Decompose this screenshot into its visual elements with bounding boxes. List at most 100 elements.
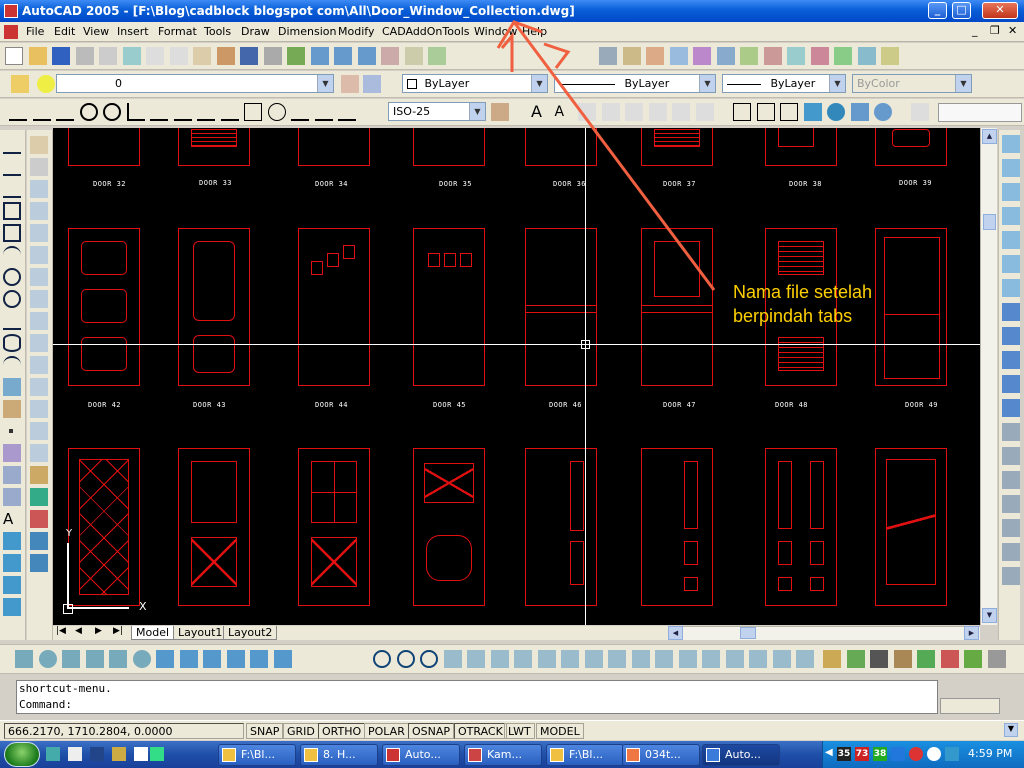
taskbar-button-autocad-active[interactable]: Auto... xyxy=(702,744,780,766)
taskbar-button-app[interactable]: 8. H... xyxy=(300,744,378,766)
face-edit-icon[interactable] xyxy=(772,650,791,668)
grid-toggle[interactable]: GRID xyxy=(283,723,319,739)
clock[interactable]: 4:59 PM xyxy=(968,747,1012,760)
section-icon[interactable] xyxy=(226,650,245,668)
shade-icon[interactable] xyxy=(1002,351,1020,369)
fog-icon[interactable] xyxy=(964,650,982,668)
background-icon[interactable] xyxy=(940,650,959,668)
shade-icon[interactable] xyxy=(1002,303,1020,321)
view-icon[interactable] xyxy=(1002,159,1020,177)
tray-counter[interactable]: 35 xyxy=(837,747,851,761)
render-icon[interactable] xyxy=(823,650,841,668)
polar-toggle[interactable]: POLAR xyxy=(364,723,409,739)
dimension-icon[interactable] xyxy=(1002,567,1020,585)
setup-icon[interactable] xyxy=(273,650,292,668)
messenger-icon[interactable] xyxy=(945,747,959,761)
mapping-icon[interactable] xyxy=(893,650,912,668)
dimension-icon[interactable] xyxy=(1002,495,1020,513)
ortho-toggle[interactable]: ORTHO xyxy=(318,723,366,739)
interfere-icon[interactable] xyxy=(250,650,268,668)
face-edit-icon[interactable] xyxy=(514,650,532,668)
quicklaunch-icon[interactable] xyxy=(134,747,148,761)
tab-model[interactable]: Model xyxy=(131,626,175,640)
face-edit-icon[interactable] xyxy=(561,650,579,668)
sphere-icon[interactable] xyxy=(38,650,57,668)
shade-icon[interactable] xyxy=(1002,327,1020,345)
quicklaunch-icon[interactable] xyxy=(46,747,60,761)
face-edit-icon[interactable] xyxy=(584,650,603,668)
start-button[interactable] xyxy=(4,742,40,767)
horizontal-scrollbar[interactable]: ◀ ▶ xyxy=(668,626,980,640)
last-tab-icon[interactable]: ▶| xyxy=(113,626,123,636)
tab-layout1[interactable]: Layout1 xyxy=(173,626,228,640)
taskbar-button-camera[interactable]: Kam... xyxy=(464,744,542,766)
tray-arrow-icon[interactable]: ◀ xyxy=(825,747,833,758)
taskbar-button-autocad[interactable]: Auto... xyxy=(382,744,460,766)
model-toggle[interactable]: MODEL xyxy=(536,723,584,739)
taskbar-button-folder-2[interactable]: F:\Bl... xyxy=(546,744,624,766)
dimension-icon[interactable] xyxy=(1002,423,1020,441)
antivirus-icon[interactable] xyxy=(909,747,923,761)
face-edit-icon[interactable] xyxy=(796,650,814,668)
scroll-thumb[interactable] xyxy=(983,214,996,230)
face-edit-icon[interactable] xyxy=(655,650,673,668)
extrude-icon[interactable] xyxy=(156,650,174,668)
slice-icon[interactable] xyxy=(203,650,221,668)
landscape-icon[interactable] xyxy=(917,650,935,668)
prev-tab-icon[interactable]: ◀ xyxy=(75,626,82,636)
face-edit-icon[interactable] xyxy=(702,650,720,668)
shade-icon[interactable] xyxy=(1002,399,1020,417)
face-edit-icon[interactable] xyxy=(749,650,767,668)
lwt-toggle[interactable]: LWT xyxy=(504,723,535,739)
quicklaunch-icon[interactable] xyxy=(68,747,82,761)
view-icon[interactable] xyxy=(1002,183,1020,201)
taskbar-button-firefox[interactable]: 034t... xyxy=(622,744,700,766)
volume-icon[interactable] xyxy=(927,747,941,761)
face-edit-icon[interactable] xyxy=(443,650,462,668)
tray-counter[interactable]: 73 xyxy=(855,747,869,761)
status-menu-icon[interactable]: ▼ xyxy=(1004,723,1018,737)
taskbar-button-folder[interactable]: F:\Bl... xyxy=(218,744,296,766)
scroll-up-icon[interactable]: ▲ xyxy=(982,129,997,144)
dimension-icon[interactable] xyxy=(1002,471,1020,489)
face-edit-icon[interactable] xyxy=(631,650,650,668)
revolve-icon[interactable] xyxy=(179,650,198,668)
face-edit-icon[interactable] xyxy=(490,650,509,668)
tab-layout2[interactable]: Layout2 xyxy=(223,626,278,640)
dimension-icon[interactable] xyxy=(1002,519,1020,537)
hscroll-thumb[interactable] xyxy=(740,627,756,639)
union-icon[interactable] xyxy=(373,650,391,668)
dimension-icon[interactable] xyxy=(1002,447,1020,465)
first-tab-icon[interactable]: |◀ xyxy=(56,626,66,636)
scroll-down-icon[interactable]: ▼ xyxy=(982,608,997,623)
snap-toggle[interactable]: SNAP xyxy=(246,723,284,739)
intersect-icon[interactable] xyxy=(420,650,438,668)
face-edit-icon[interactable] xyxy=(678,650,697,668)
shade-icon[interactable] xyxy=(1002,375,1020,393)
dimension-icon[interactable] xyxy=(1002,543,1020,561)
quicklaunch-icon[interactable] xyxy=(150,747,164,761)
face-edit-icon[interactable] xyxy=(725,650,744,668)
wedge-icon[interactable] xyxy=(109,650,127,668)
view-icon[interactable] xyxy=(1002,279,1020,297)
coordinate-display[interactable]: 666.2170, 1710.2804, 0.0000 xyxy=(4,723,244,739)
cylinder-icon[interactable] xyxy=(62,650,80,668)
torus-icon[interactable] xyxy=(132,650,151,668)
next-tab-icon[interactable]: ▶ xyxy=(95,626,102,636)
quicklaunch-icon[interactable] xyxy=(112,747,126,761)
statistics-icon[interactable] xyxy=(987,650,1006,668)
view-icon[interactable] xyxy=(1002,207,1020,225)
box-solid-icon[interactable] xyxy=(15,650,33,668)
face-edit-icon[interactable] xyxy=(467,650,485,668)
scene-icon[interactable] xyxy=(846,650,865,668)
vertical-scrollbar[interactable]: ▲ ▼ xyxy=(980,128,997,625)
view-icon[interactable] xyxy=(1002,255,1020,273)
view-icon[interactable] xyxy=(1002,231,1020,249)
command-scroll[interactable] xyxy=(940,698,1000,714)
face-edit-icon[interactable] xyxy=(608,650,626,668)
quicklaunch-icon[interactable] xyxy=(90,747,104,761)
tray-counter[interactable]: 38 xyxy=(873,747,887,761)
scroll-right-icon[interactable]: ▶ xyxy=(964,626,979,640)
command-history[interactable]: shortcut-menu. Command: xyxy=(16,680,938,714)
face-edit-icon[interactable] xyxy=(537,650,556,668)
